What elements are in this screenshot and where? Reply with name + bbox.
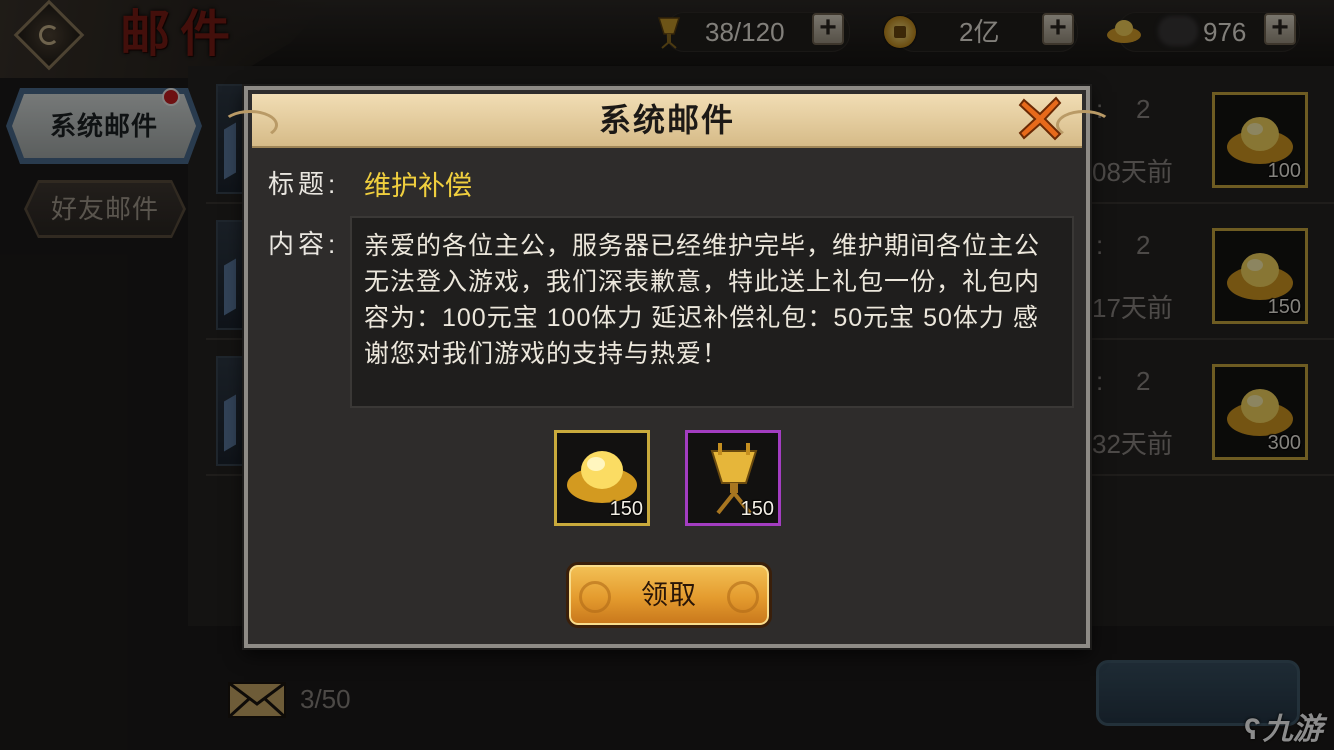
close-icon[interactable] — [1016, 94, 1064, 142]
claim-label: 领取 — [641, 580, 697, 610]
mail-content: 亲爱的各位主公，服务器已经维护完毕，维护期间各位主公无法登入游戏，我们深表歉意，… — [350, 216, 1074, 408]
dialog-title: 系统邮件 — [598, 102, 735, 138]
system-mail-dialog: 系统邮件 标题: 维护补偿 内容: 亲爱的各位主公，服务器已经维护完毕，维护期间… — [222, 86, 1112, 648]
item-count: 150 — [740, 498, 774, 520]
reward-item-stamina[interactable]: 150 — [685, 430, 781, 526]
decor-curl-icon — [727, 581, 759, 613]
claim-button[interactable]: 领取 — [566, 562, 772, 628]
reward-item-ingot[interactable]: 150 — [554, 430, 650, 526]
decor-curl-icon — [579, 581, 611, 613]
mail-subject: 维护补偿 — [364, 171, 472, 201]
item-count: 150 — [609, 498, 643, 520]
content-label: 内容: — [268, 229, 340, 259]
subject-label: 标题: — [268, 169, 340, 199]
dialog-header: 系统邮件 — [222, 94, 1112, 148]
